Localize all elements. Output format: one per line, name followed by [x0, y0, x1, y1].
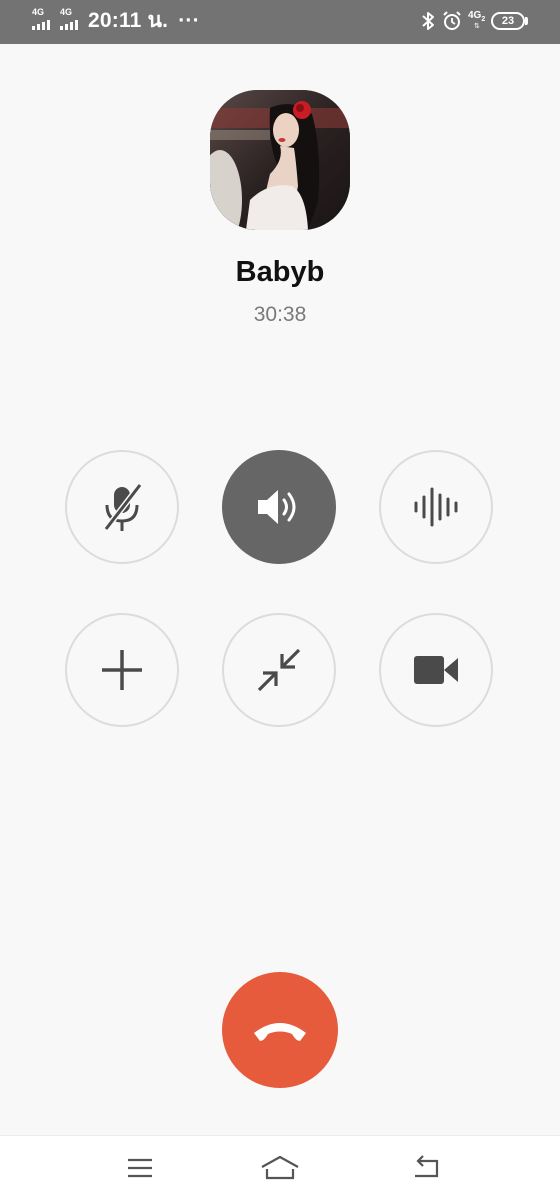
mobile-data-icon: 4G2 ⇅ — [468, 10, 486, 30]
clock: 20:11 น. ··· — [88, 9, 200, 32]
add-participant-button[interactable] — [65, 613, 179, 727]
sound-wave-icon — [414, 487, 458, 527]
sim1-signal-icon: 4G — [32, 8, 56, 30]
battery-tip — [525, 17, 528, 25]
voice-effect-button[interactable] — [379, 450, 493, 564]
back-button[interactable] — [407, 1152, 447, 1184]
speaker-icon — [258, 490, 296, 524]
minimize-arrows-icon — [257, 648, 301, 692]
home-icon — [261, 1155, 299, 1180]
contact-name: Babyb — [235, 256, 325, 288]
call-screen: 4G 4G 20:11 น. ··· 4G2 ⇅ 23 Babyb 30:38 — [0, 0, 560, 1200]
video-camera-icon — [414, 656, 458, 684]
status-bar: 4G 4G 20:11 น. ··· 4G2 ⇅ 23 — [0, 0, 560, 44]
menu-icon — [128, 1158, 152, 1178]
end-call-button[interactable] — [222, 972, 338, 1088]
sim2-signal-icon: 4G — [60, 8, 84, 30]
bluetooth-icon — [422, 12, 434, 30]
plus-icon — [102, 650, 142, 690]
navigation-bar — [0, 1135, 560, 1200]
back-icon — [415, 1155, 439, 1178]
hang-up-icon — [254, 1023, 306, 1041]
home-button[interactable] — [260, 1152, 300, 1184]
menu-button[interactable] — [120, 1152, 160, 1184]
more-notifications-icon: ··· — [178, 9, 200, 32]
minimize-button[interactable] — [222, 613, 336, 727]
battery-icon: 23 — [491, 12, 525, 30]
call-duration: 30:38 — [253, 303, 307, 326]
battery-level: 23 — [501, 15, 515, 27]
microphone-off-icon — [103, 483, 143, 531]
speaker-button[interactable] — [222, 450, 336, 564]
video-call-button[interactable] — [379, 613, 493, 727]
contact-avatar — [210, 90, 350, 230]
alarm-icon — [443, 11, 461, 30]
mute-button[interactable] — [65, 450, 179, 564]
